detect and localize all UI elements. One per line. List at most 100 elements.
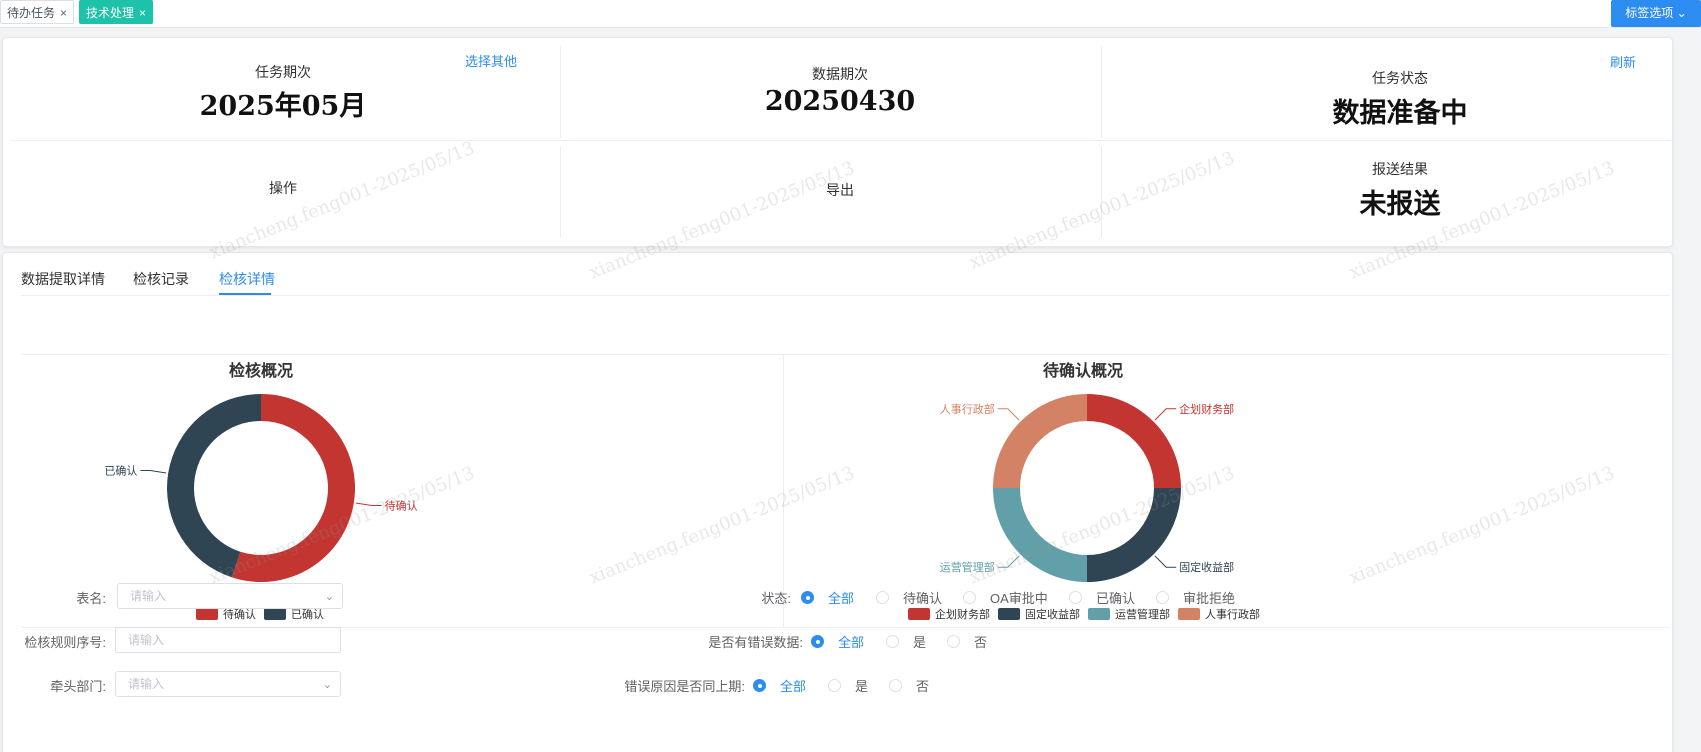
report-result-value: 未报送 [1359, 189, 1441, 220]
radio-dot [1069, 591, 1082, 604]
radio-label: 全部 [828, 591, 855, 606]
close-icon[interactable]: × [60, 6, 67, 20]
legend-label: 固定收益部 [1025, 609, 1080, 621]
operation-label: 操作 [269, 180, 297, 196]
legend-swatch [1178, 608, 1200, 620]
donut-slice-1[interactable] [167, 394, 261, 578]
tab-todo-tasks[interactable]: 待办任务 × [0, 0, 75, 24]
lead-dept-select[interactable]: 请输入 ⌄ [115, 671, 341, 697]
legend-swatch [908, 608, 930, 620]
same-reason-label: 错误原因是否同上期: [624, 679, 745, 694]
status-radio-confirmed[interactable]: 已确认 [1069, 588, 1135, 607]
legend-label: 人事行政部 [1205, 609, 1260, 621]
data-period-label: 数据期次 [812, 66, 868, 82]
donut-slice-0[interactable] [231, 394, 356, 582]
refresh-link[interactable]: 刷新 [1610, 52, 1636, 71]
task-info-card: 任务期次 2025年05月 选择其他 数据期次 20250430 任务状态 数据… [2, 37, 1673, 247]
placeholder: 请输入 [128, 633, 165, 647]
label-leader-line [140, 469, 167, 474]
has-error-radio-no[interactable]: 否 [947, 632, 987, 651]
same-reason-radio-no[interactable]: 否 [889, 676, 929, 695]
task-period-value: 2025年05月 [199, 91, 367, 122]
radio-dot [811, 635, 824, 648]
export-label[interactable]: 导出 [620, 180, 1060, 200]
rule-no-label: 检核规则序号: [24, 635, 106, 650]
divider [1101, 146, 1102, 238]
table-name-select[interactable]: 请输入 ⌄ [117, 583, 343, 609]
data-period: 数据期次 20250430 [620, 64, 1060, 117]
tab-options-button[interactable]: 标签选项 ⌄ [1611, 0, 1701, 27]
status-radio-oa-approving[interactable]: OA审批中 [963, 588, 1048, 607]
chevron-down-icon: ⌄ [322, 679, 332, 691]
placeholder: 请输入 [128, 677, 165, 691]
status-radio-all[interactable]: 全部 [801, 588, 854, 607]
radio-dot [876, 591, 889, 604]
radio-dot [947, 635, 960, 648]
legend-item-finance[interactable]: 企划财务部 [908, 606, 990, 622]
tab-check-records[interactable]: 检核记录 [133, 269, 189, 289]
task-period: 任务期次 2025年05月 [63, 62, 503, 123]
divider [560, 146, 561, 238]
pending-overview-donut-chart: 企划财务部固定收益部 运营管理部 人事行政部 [940, 394, 1234, 582]
donut-slice-1[interactable] [1087, 488, 1181, 582]
task-period-label: 任务期次 [255, 64, 311, 80]
legend-item-fixed-income[interactable]: 固定收益部 [998, 606, 1080, 622]
radio-label: 是 [855, 679, 869, 694]
same-reason-radio-all[interactable]: 全部 [753, 676, 806, 695]
tab-tech-processing[interactable]: 技术处理 × [79, 0, 154, 24]
report-result-label: 报送结果 [1372, 161, 1428, 177]
legend-item-hr[interactable]: 人事行政部 [1178, 606, 1260, 622]
legend-swatch [264, 608, 286, 620]
legend-swatch [998, 608, 1020, 620]
label-leader-line [1154, 555, 1177, 568]
operation-cell: 操作 [63, 178, 503, 198]
radio-label: 是 [913, 635, 927, 650]
tab-label: 技术处理 [86, 6, 135, 20]
row-divider [11, 140, 1671, 141]
status-label: 状态: [761, 591, 791, 606]
chevron-down-icon: ⌄ [324, 591, 334, 603]
charts-divider [783, 354, 784, 627]
has-error-radio-yes[interactable]: 是 [886, 632, 926, 651]
charts-top-divider [21, 354, 1669, 355]
same-reason-radio-yes[interactable]: 是 [828, 676, 868, 695]
table-name-label: 表名: [76, 591, 106, 606]
label-leader-line [997, 408, 1020, 421]
placeholder: 请输入 [130, 589, 167, 603]
task-status-value: 数据准备中 [1332, 98, 1468, 129]
radio-dot [963, 591, 976, 604]
radio-dot [886, 635, 899, 648]
donut-slice-3[interactable] [993, 394, 1087, 488]
has-error-radio-all[interactable]: 全部 [811, 632, 864, 651]
export-cell[interactable]: 导出 [620, 180, 1060, 200]
divider [560, 46, 561, 138]
radio-dot [753, 679, 766, 692]
radio-dot [889, 679, 902, 692]
radio-label: 待确认 [903, 591, 943, 606]
select-other-link[interactable]: 选择其他 [465, 51, 517, 70]
tab-check-details[interactable]: 检核详情 [219, 269, 275, 289]
donut-slice-2[interactable] [993, 488, 1087, 582]
radio-label: 全部 [838, 635, 865, 650]
tabs-divider [21, 295, 1669, 296]
close-icon[interactable]: × [139, 6, 146, 20]
slice-label: 企划财务部 [1179, 402, 1234, 416]
lead-dept-label: 牵头部门: [50, 679, 106, 694]
slice-label: 固定收益部 [1179, 560, 1234, 574]
donut-slice-0[interactable] [1087, 394, 1181, 488]
slice-label: 人事行政部 [940, 402, 995, 416]
legend-item-operations[interactable]: 运营管理部 [1088, 606, 1170, 622]
rule-no-input[interactable]: 请输入 [115, 627, 341, 653]
slice-label: 待确认 [385, 499, 418, 513]
legend-swatch [1088, 608, 1110, 620]
chevron-down-icon: ⌄ [1676, 6, 1687, 20]
status-radio-rejected[interactable]: 审批拒绝 [1156, 588, 1235, 607]
tab-data-extraction-detail[interactable]: 数据提取详情 [21, 269, 105, 289]
slice-label: 运营管理部 [940, 560, 995, 574]
divider [1101, 46, 1102, 138]
pending-overview-legend: 企划财务部 固定收益部 运营管理部 人事行政部 [908, 606, 1268, 622]
status-radio-pending[interactable]: 待确认 [876, 588, 942, 607]
radio-label: 审批拒绝 [1183, 591, 1236, 606]
report-result: 报送结果 未报送 [1180, 159, 1620, 221]
radio-label: 否 [974, 635, 988, 650]
